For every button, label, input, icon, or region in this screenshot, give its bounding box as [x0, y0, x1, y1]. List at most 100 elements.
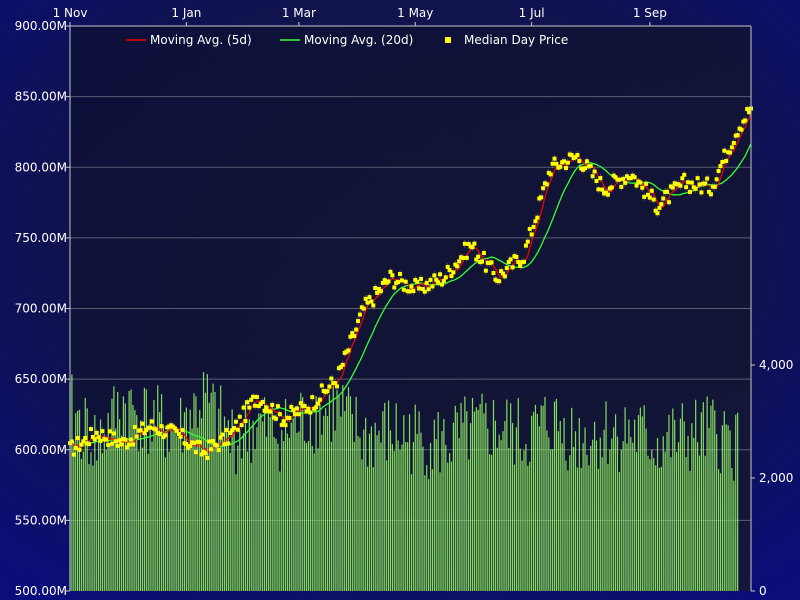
- median-point: [94, 430, 99, 435]
- volume-bar: [599, 437, 601, 591]
- volume-bar: [214, 391, 216, 591]
- volume-bar: [552, 449, 554, 591]
- median-point: [237, 414, 242, 419]
- median-point: [386, 279, 391, 284]
- median-point: [108, 429, 113, 434]
- median-point: [739, 127, 744, 132]
- median-point: [594, 178, 599, 183]
- volume-bar: [368, 433, 371, 591]
- median-point: [388, 269, 393, 274]
- volume-bar: [689, 470, 691, 591]
- volume-bar: [187, 449, 189, 591]
- median-point: [296, 412, 301, 417]
- median-point: [150, 419, 155, 424]
- volume-bar: [464, 396, 466, 591]
- volume-bar: [534, 404, 537, 591]
- volume-bar: [735, 414, 737, 591]
- volume-bar: [391, 444, 393, 591]
- volume-bar: [126, 440, 128, 591]
- volume-bar: [571, 407, 573, 591]
- volume-bar: [141, 447, 144, 591]
- volume-bar: [149, 419, 151, 591]
- volume-bar: [412, 442, 414, 591]
- median-point: [159, 424, 164, 429]
- median-point: [716, 168, 721, 173]
- volume-bar: [641, 416, 643, 591]
- median-point: [140, 421, 145, 426]
- median-point: [584, 159, 589, 164]
- median-point: [708, 192, 713, 197]
- legend-median-swatch: [445, 37, 451, 43]
- volume-bar: [115, 428, 117, 591]
- median-point: [287, 415, 292, 420]
- median-point: [315, 401, 320, 406]
- volume-bar: [710, 405, 712, 591]
- volume-bar: [691, 423, 693, 591]
- volume-bar: [498, 434, 500, 591]
- volume-bar: [658, 467, 661, 591]
- volume-bar: [511, 422, 514, 591]
- median-point: [371, 303, 376, 308]
- median-point: [443, 275, 448, 280]
- volume-bar: [424, 475, 426, 591]
- median-point: [352, 333, 357, 338]
- volume-bar: [637, 415, 640, 591]
- volume-bar: [490, 454, 493, 591]
- median-point: [552, 156, 557, 161]
- volume-bar: [513, 464, 516, 591]
- volume-bar: [168, 451, 170, 591]
- volume-bar: [313, 453, 315, 591]
- median-point: [346, 348, 351, 353]
- volume-bar: [246, 451, 249, 591]
- median-point: [281, 419, 286, 424]
- volume-bar: [317, 448, 319, 591]
- x-tick-label: 1 Nov: [53, 6, 88, 20]
- median-point: [598, 176, 603, 181]
- median-point: [153, 427, 158, 432]
- volume-bar: [485, 402, 487, 591]
- median-point: [583, 166, 588, 171]
- median-point: [659, 202, 664, 207]
- median-point: [232, 426, 237, 431]
- volume-bar: [90, 452, 92, 591]
- y-tick-label: 700.00M: [15, 302, 67, 316]
- median-point: [592, 169, 597, 174]
- median-point: [504, 266, 509, 271]
- median-point: [117, 438, 122, 443]
- volume-bar: [563, 417, 565, 591]
- volume-bar: [263, 397, 266, 591]
- volume-bar: [576, 467, 579, 591]
- median-point: [729, 145, 734, 150]
- volume-bar: [288, 437, 290, 591]
- volume-bar: [477, 409, 479, 591]
- volume-bar: [695, 399, 697, 591]
- volume-bar: [496, 447, 498, 591]
- volume-bar: [721, 425, 723, 591]
- volume-bar: [386, 460, 388, 591]
- volume-bar: [555, 398, 558, 591]
- median-point: [497, 279, 502, 284]
- y-tick-label: 550.00M: [15, 513, 67, 527]
- volume-bar: [176, 436, 178, 591]
- volume-bar: [174, 428, 176, 591]
- volume-bar: [120, 435, 123, 591]
- median-point: [277, 412, 282, 417]
- median-point: [644, 181, 649, 186]
- volume-bar: [679, 418, 682, 591]
- median-point: [335, 384, 340, 389]
- volume-bar: [651, 449, 653, 591]
- median-point: [647, 195, 652, 200]
- median-point: [514, 255, 519, 260]
- volume-bar: [128, 391, 130, 591]
- volume-bar: [706, 396, 708, 591]
- volume-bar: [489, 454, 491, 591]
- median-point: [460, 255, 465, 260]
- median-point: [106, 443, 111, 448]
- volume-bar: [519, 448, 521, 591]
- volume-bar: [542, 405, 544, 591]
- median-point: [539, 195, 544, 200]
- median-point: [670, 185, 675, 190]
- volume-bar: [462, 422, 464, 591]
- y-tick-label: 750.00M: [15, 231, 67, 245]
- volume-bar: [655, 465, 657, 591]
